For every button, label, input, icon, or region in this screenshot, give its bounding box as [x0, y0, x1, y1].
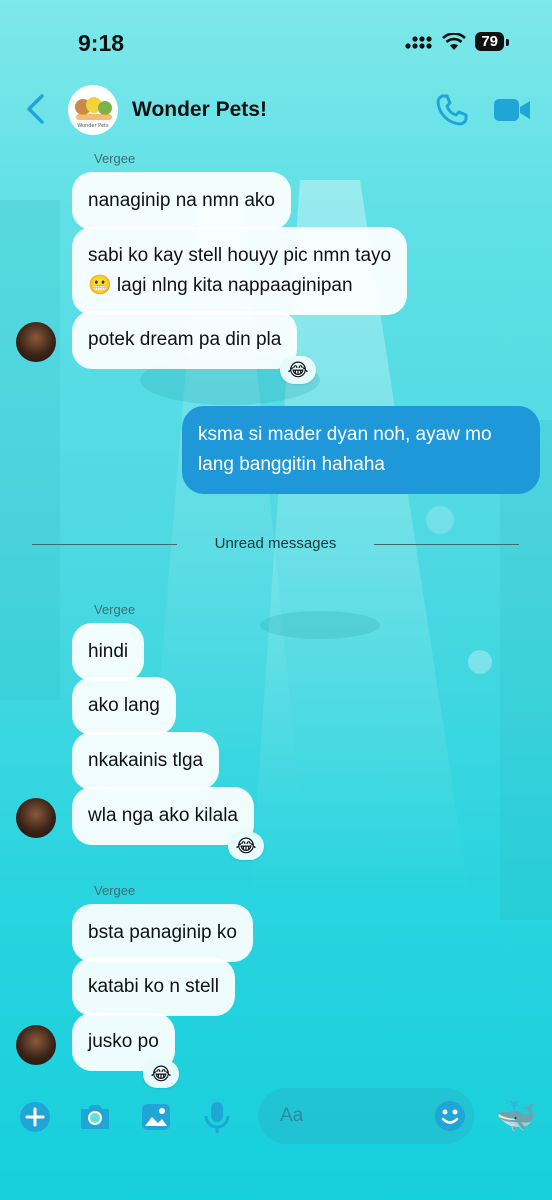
battery-indicator: 79: [475, 32, 509, 51]
message-text: jusko po: [88, 1031, 159, 1052]
group-avatar-image: Wonder Pets: [75, 97, 112, 129]
sender-name: Vergee: [94, 883, 136, 898]
gallery-icon[interactable]: [139, 1100, 173, 1134]
incoming-message[interactable]: wla nga ako kilala: [72, 787, 254, 845]
incoming-message[interactable]: sabi ko kay stell houyy pic nmn tayo 😬 l…: [72, 227, 408, 315]
group-avatar[interactable]: Wonder Pets: [68, 85, 118, 135]
message-text-line: sabi ko kay stell houyy pic nmn tayo: [88, 245, 392, 266]
microphone-icon[interactable]: [200, 1100, 234, 1134]
message-text: potek dream pa din pla: [88, 329, 282, 350]
status-bar: 9:18 79: [0, 0, 552, 80]
message-text: ako lang: [88, 695, 160, 716]
incoming-message[interactable]: ako lang: [72, 677, 176, 735]
outgoing-message[interactable]: ksma si mader dyan noh, ayaw mo lang ban…: [182, 406, 540, 494]
video-call-icon[interactable]: [492, 92, 532, 128]
message-list[interactable]: Vergee nanaginip na nmn ako sabi ko kay …: [0, 140, 552, 1088]
back-arrow-icon[interactable]: [22, 92, 50, 126]
plus-icon[interactable]: [18, 1100, 52, 1134]
group-avatar-text: Wonder Pets: [77, 123, 109, 129]
status-icons: 79: [405, 32, 509, 51]
emoji-icon[interactable]: [434, 1100, 466, 1132]
message-composer: Aa 🐳: [0, 1082, 552, 1152]
incoming-message[interactable]: potek dream pa din pla: [72, 311, 298, 369]
message-text: nkakainis tlga: [88, 750, 204, 771]
message-reaction[interactable]: 😂: [280, 356, 316, 384]
avatar[interactable]: [16, 1025, 56, 1065]
signal-icon: [405, 35, 432, 49]
avatar[interactable]: [16, 798, 56, 838]
message-input-placeholder: Aa: [280, 1105, 304, 1126]
incoming-message[interactable]: katabi ko n stell: [72, 958, 235, 1016]
message-text: wla nga ako kilala: [88, 805, 238, 826]
incoming-message[interactable]: nkakainis tlga: [72, 732, 220, 790]
incoming-message[interactable]: hindi: [72, 623, 145, 681]
quick-reaction-whale-icon[interactable]: 🐳: [496, 1096, 536, 1136]
wifi-icon: [442, 32, 467, 50]
message-text: katabi ko n stell: [88, 976, 219, 997]
quick-reaction-emoji: 🐳: [496, 1098, 536, 1134]
message-text-line: ksma si mader dyan noh, ayaw mo: [198, 424, 492, 445]
phone-icon[interactable]: [434, 92, 470, 128]
message-input[interactable]: Aa: [258, 1088, 474, 1144]
message-text-line: 😬 lagi nlng kita nappaaginipan: [88, 275, 353, 296]
sender-name: Vergee: [94, 151, 136, 166]
sender-name: Vergee: [94, 602, 136, 617]
unread-label: Unread messages: [214, 535, 337, 552]
chat-header: Wonder Pets Wonder Pets!: [0, 82, 552, 138]
message-reaction[interactable]: 😂: [228, 832, 264, 860]
unread-divider: Unread messages: [32, 535, 519, 555]
message-text: hindi: [88, 641, 129, 662]
incoming-message[interactable]: bsta panaginip ko: [72, 904, 253, 962]
camera-icon[interactable]: [78, 1100, 112, 1134]
status-time: 9:18: [78, 30, 125, 56]
avatar[interactable]: [16, 322, 56, 362]
message-text: bsta panaginip ko: [88, 922, 237, 943]
incoming-message[interactable]: nanaginip na nmn ako: [72, 172, 291, 230]
message-text-line: lang banggitin hahaha: [198, 454, 386, 475]
chat-title[interactable]: Wonder Pets!: [132, 98, 267, 122]
message-text: nanaginip na nmn ako: [88, 190, 275, 211]
